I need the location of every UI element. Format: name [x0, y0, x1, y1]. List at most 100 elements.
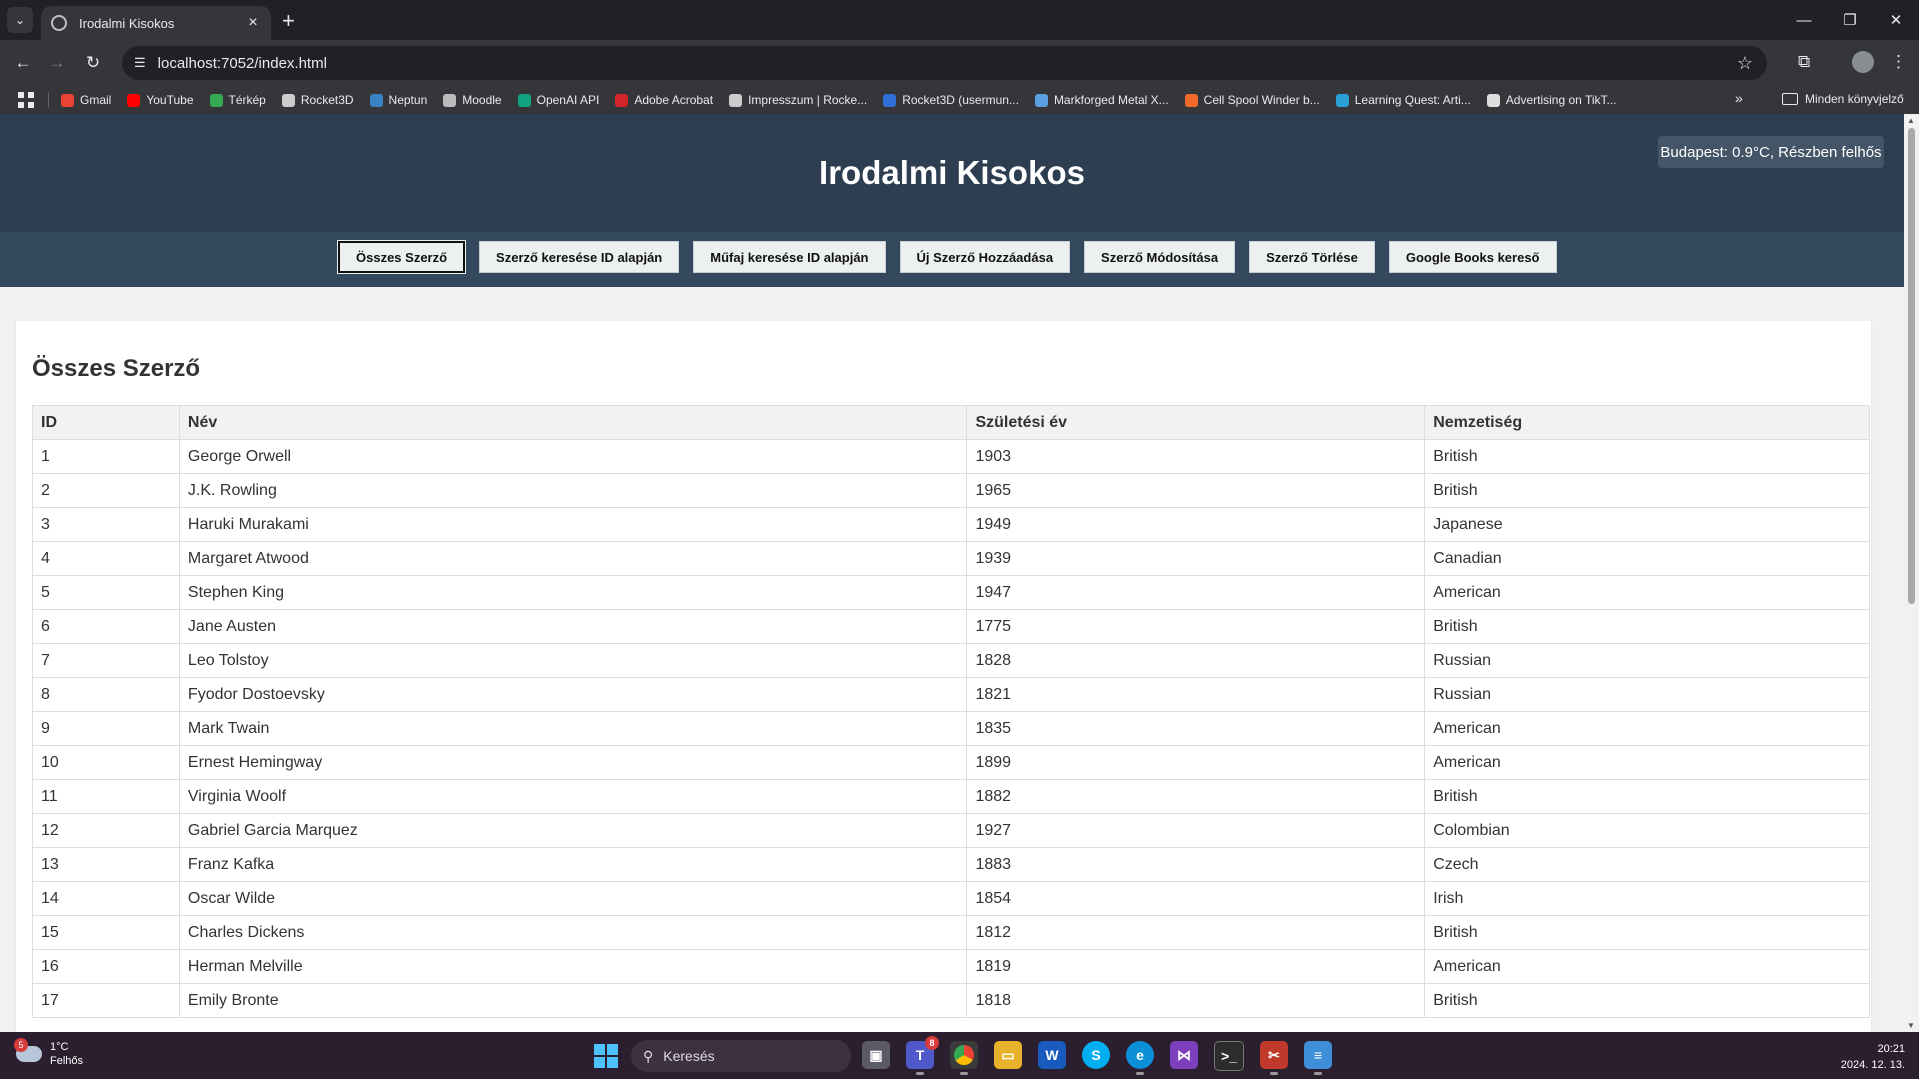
close-tab-icon[interactable]: ×: [243, 14, 263, 32]
cell-id: 6: [32, 609, 180, 644]
restore-icon[interactable]: ❐: [1827, 0, 1873, 40]
snipping-tool-icon[interactable]: ✂: [1260, 1041, 1288, 1075]
bookmark-item[interactable]: Impresszum | Rocke...: [729, 93, 867, 107]
url-text[interactable]: localhost:7052/index.html: [158, 55, 1737, 72]
cell-id: 11: [32, 779, 180, 814]
scroll-up-arrow-icon[interactable]: ▲: [1907, 116, 1915, 125]
cell-nationality: British: [1424, 439, 1870, 474]
site-title: Irodalmi Kisokos: [819, 154, 1085, 191]
table-row: 11 Virginia Woolf 1882 British: [32, 779, 1870, 814]
bookmark-item[interactable]: Rocket3D: [281, 93, 354, 107]
bookmark-item[interactable]: YouTube: [127, 93, 194, 107]
minimize-icon[interactable]: —: [1781, 0, 1827, 40]
bookmark-item[interactable]: Gmail: [61, 93, 111, 107]
cell-birth-year: 1854: [966, 881, 1426, 916]
cell-name: Haruki Murakami: [178, 507, 968, 542]
bookmark-item[interactable]: Advertising on TikT...: [1486, 93, 1617, 107]
cell-id: 7: [32, 643, 180, 678]
cell-id: 10: [32, 745, 180, 780]
reload-icon[interactable]: ↻: [80, 50, 106, 76]
bookmark-item[interactable]: Rocket3D (usermun...: [883, 93, 1019, 107]
column-header-nationality: Nemzetiség: [1424, 405, 1870, 440]
globe-icon: [51, 15, 67, 31]
cell-birth-year: 1965: [966, 473, 1426, 508]
teams-icon[interactable]: T8: [906, 1036, 939, 1075]
more-menu-icon[interactable]: ⋮: [1890, 52, 1907, 72]
edge-icon[interactable]: e: [1126, 1041, 1154, 1075]
bookmark-item[interactable]: Learning Quest: Arti...: [1335, 93, 1471, 107]
taskbar-clock[interactable]: 20:21 2024. 12. 13.: [1841, 1041, 1905, 1073]
bookmark-favicon-icon: [443, 93, 457, 107]
scrollbar-thumb[interactable]: [1908, 128, 1915, 604]
tab-search-chevron-icon[interactable]: ⌄: [7, 7, 33, 33]
word-icon[interactable]: W: [1038, 1041, 1066, 1069]
cell-birth-year: 1835: [966, 711, 1426, 746]
cell-nationality: British: [1424, 473, 1870, 508]
chrome-icon[interactable]: [950, 1041, 978, 1075]
scroll-down-arrow-icon[interactable]: ▼: [1907, 1021, 1915, 1030]
bookmark-label: Markforged Metal X...: [1053, 93, 1169, 107]
close-window-icon[interactable]: ✕: [1873, 0, 1919, 40]
bookmark-item[interactable]: OpenAI API: [517, 93, 599, 107]
nav-button[interactable]: Műfaj keresése ID alapján: [693, 241, 886, 273]
bookmark-favicon-icon: [729, 93, 743, 107]
bookmark-favicon-icon: [369, 93, 383, 107]
profile-avatar[interactable]: [1852, 51, 1874, 73]
bookmark-star-icon[interactable]: ☆: [1737, 53, 1753, 74]
bookmark-item[interactable]: Cell Spool Winder b...: [1184, 93, 1320, 107]
taskbar-search[interactable]: ⚲ Keresés: [631, 1040, 851, 1072]
nav-button[interactable]: Google Books kereső: [1388, 241, 1557, 273]
file-explorer-icon[interactable]: ▭: [994, 1041, 1022, 1069]
task-view-icon[interactable]: ▣: [862, 1041, 890, 1069]
skype-icon[interactable]: S: [1082, 1041, 1110, 1069]
cell-id: 8: [32, 677, 180, 712]
cell-birth-year: 1899: [966, 745, 1426, 780]
bookmark-favicon-icon: [281, 93, 295, 107]
apps-grid-icon[interactable]: [18, 92, 34, 108]
cell-nationality: American: [1424, 745, 1870, 780]
visual-studio-icon[interactable]: ⋈: [1170, 1041, 1198, 1069]
page-scrollbar[interactable]: ▲ ▼: [1904, 114, 1919, 1032]
nav-button[interactable]: Szerző Törlése: [1249, 241, 1375, 273]
taskbar-weather[interactable]: 5 1°C Felhős: [14, 1038, 83, 1068]
nav-button[interactable]: Szerző keresése ID alapján: [479, 241, 680, 273]
bookmark-item[interactable]: Neptun: [369, 93, 427, 107]
tab-title: Irodalmi Kisokos: [79, 15, 175, 31]
cell-name: Margaret Atwood: [178, 541, 968, 576]
forward-arrow-icon[interactable]: →: [44, 50, 70, 76]
bookmark-label: Gmail: [80, 93, 112, 107]
browser-tabstrip: ⌄ Irodalmi Kisokos × + — ❐ ✕: [0, 0, 1919, 40]
cell-nationality: Irish: [1424, 881, 1870, 916]
nav-button[interactable]: Új Szerző Hozzáadása: [899, 241, 1071, 273]
bookmarks-separator: [48, 92, 49, 108]
cloud-icon: 5: [14, 1038, 42, 1062]
nav-button[interactable]: Szerző Módosítása: [1084, 241, 1236, 273]
bookmark-favicon-icon: [1184, 93, 1198, 107]
bookmark-item[interactable]: Moodle: [443, 93, 502, 107]
site-info-icon[interactable]: ☰: [134, 55, 146, 71]
bookmarks-overflow-icon[interactable]: »: [1735, 90, 1743, 106]
notepad-icon[interactable]: ≡: [1304, 1041, 1332, 1075]
bookmark-item[interactable]: Adobe Acrobat: [615, 93, 713, 107]
cell-nationality: American: [1424, 949, 1870, 984]
new-tab-plus-icon[interactable]: +: [282, 8, 295, 34]
cell-name: Leo Tolstoy: [178, 643, 968, 678]
bookmark-item[interactable]: Térkép: [209, 93, 266, 107]
cell-name: Jane Austen: [178, 609, 968, 644]
bookmark-item[interactable]: Markforged Metal X...: [1034, 93, 1169, 107]
bookmark-favicon-icon: [127, 93, 141, 107]
cell-birth-year: 1947: [966, 575, 1426, 610]
table-row: 14 Oscar Wilde 1854 Irish: [32, 881, 1870, 916]
address-bar[interactable]: ☰ localhost:7052/index.html ☆: [122, 46, 1767, 80]
nav-button[interactable]: Összes Szerző: [338, 241, 466, 273]
terminal-icon[interactable]: >_: [1214, 1041, 1244, 1071]
windows-start-icon[interactable]: [594, 1044, 618, 1068]
browser-tab-active[interactable]: Irodalmi Kisokos ×: [41, 6, 271, 40]
all-bookmarks-button[interactable]: Minden könyvjelző: [1782, 92, 1904, 106]
site-nav-buttons: Összes Szerző Szerző keresése ID alapján M…: [338, 241, 1571, 273]
extensions-puzzle-icon[interactable]: ⧉: [1798, 52, 1810, 72]
taskbar-apps: ▣ T8 ▭ W S e ⋈ >_ ✂ ≡: [862, 1036, 1348, 1075]
table-row: 15 Charles Dickens 1812 British: [32, 915, 1870, 950]
column-header-name: Név: [178, 405, 968, 440]
back-arrow-icon[interactable]: ←: [10, 50, 36, 76]
